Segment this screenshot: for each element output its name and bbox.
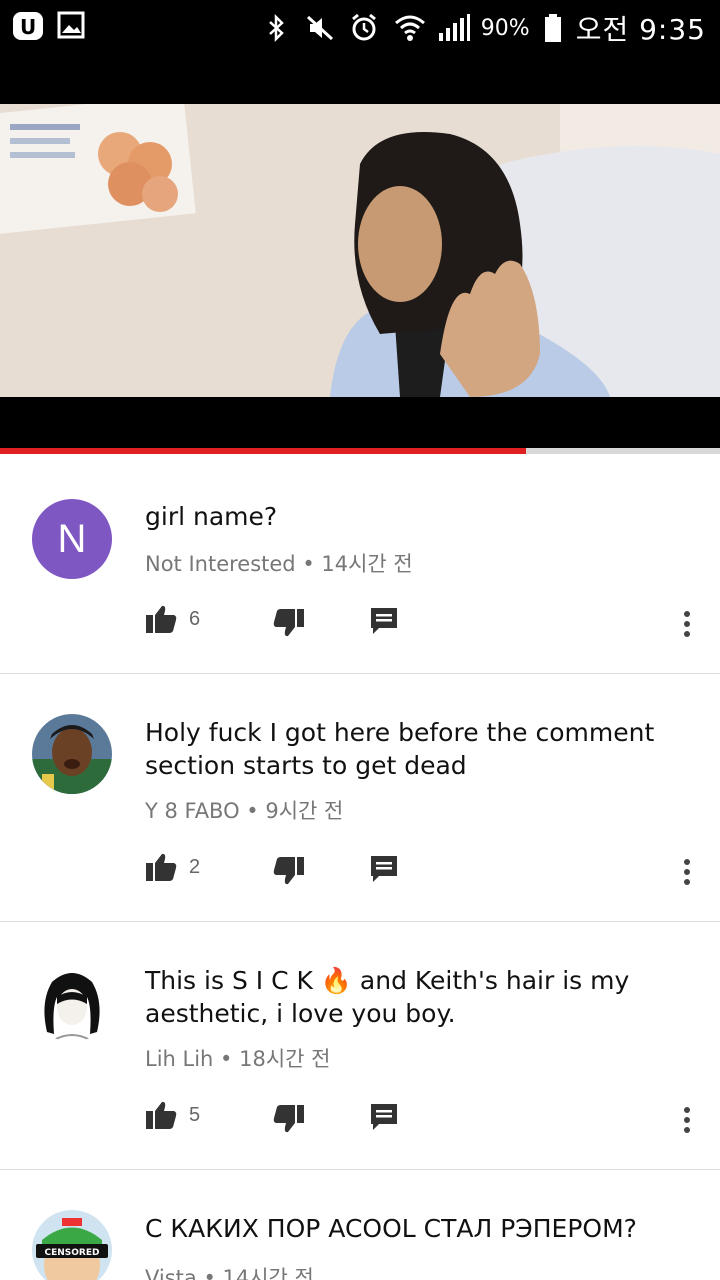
like-count: 5 <box>189 1103 201 1126</box>
user-photo-icon <box>32 714 112 794</box>
comment-text: С КАКИХ ПОР ACOOL СТАЛ РЭПЕРОМ? <box>145 1214 637 1243</box>
thumbs-down-icon <box>273 609 304 637</box>
mute-icon <box>305 13 335 43</box>
comment-meta: Not Interested • 14시간 전 <box>145 552 413 576</box>
video-thumbnail <box>0 104 720 397</box>
avatar[interactable]: CENSORED <box>32 1210 112 1280</box>
comment-actions: 2 <box>145 852 705 892</box>
status-bar: U 90% 오전 9:35 <box>0 0 720 52</box>
avatar[interactable] <box>32 962 112 1042</box>
thumbs-up-icon <box>146 605 177 633</box>
comment-meta: Lih Lih • 18시간 전 <box>145 1047 331 1071</box>
comment-meta: Y 8 FABO • 9시간 전 <box>145 799 344 823</box>
like-count: 6 <box>189 607 201 630</box>
reply-icon <box>371 856 397 882</box>
battery-icon <box>544 13 562 43</box>
like-count: 2 <box>189 855 201 878</box>
like-button[interactable]: 5 <box>145 1100 200 1130</box>
status-right-icons: 90% 오전 9:35 <box>261 8 706 48</box>
svg-text:U: U <box>20 15 36 39</box>
comment-meta: Vista • 14시간 전 <box>145 1266 314 1280</box>
alarm-icon <box>349 13 379 43</box>
thumbs-up-icon <box>146 1101 177 1129</box>
reply-icon <box>371 1104 397 1130</box>
avatar[interactable] <box>32 714 112 794</box>
comment-actions: 5 <box>145 1100 705 1140</box>
censored-label: CENSORED <box>45 1248 100 1258</box>
comment-item: This is S I C K 🔥 and Keith's hair is my… <box>0 922 720 1170</box>
comment-item: N girl name? Not Interested • 14시간 전 6 <box>0 454 720 674</box>
wifi-icon <box>393 13 425 43</box>
reply-button[interactable] <box>369 606 399 640</box>
avatar-letter: N <box>57 516 87 561</box>
gallery-icon <box>56 10 86 40</box>
more-options-button[interactable] <box>677 1100 697 1140</box>
more-vert-icon <box>684 611 690 637</box>
comment-text: This is S I C K 🔥 and Keith's hair is my… <box>145 966 630 1028</box>
user-drawing-icon <box>32 962 112 1042</box>
more-vert-icon <box>684 859 690 885</box>
like-button[interactable]: 2 <box>145 852 200 882</box>
video-frame[interactable] <box>0 104 720 397</box>
thumbs-up-icon <box>146 853 177 881</box>
battery-percent: 90% <box>480 15 530 41</box>
status-left-icons: U <box>12 10 86 40</box>
user-cartoon-icon: CENSORED <box>32 1210 112 1280</box>
bluetooth-icon <box>261 13 291 43</box>
dislike-button[interactable] <box>273 608 305 642</box>
clock: 오전 9:35 <box>575 13 706 46</box>
more-options-button[interactable] <box>677 852 697 892</box>
uplus-app-icon: U <box>12 10 43 40</box>
thumbs-down-icon <box>273 857 304 885</box>
more-vert-icon <box>684 1107 690 1133</box>
comment-actions: 6 <box>145 604 705 644</box>
dislike-button[interactable] <box>273 856 305 890</box>
reply-button[interactable] <box>369 1102 399 1136</box>
comment-text: girl name? <box>145 502 278 531</box>
thumbs-down-icon <box>273 1105 304 1133</box>
more-options-button[interactable] <box>677 604 697 644</box>
avatar[interactable]: N <box>32 499 112 579</box>
comment-item: CENSORED С КАКИХ ПОР ACOOL СТАЛ РЭПЕРОМ?… <box>0 1170 720 1280</box>
comment-item: Holy fuck I got here before the comment … <box>0 674 720 922</box>
like-button[interactable]: 6 <box>145 604 200 634</box>
reply-icon <box>371 608 397 634</box>
comments-list: N girl name? Not Interested • 14시간 전 6 H… <box>0 454 720 1280</box>
reply-button[interactable] <box>369 854 399 888</box>
dislike-button[interactable] <box>273 1104 305 1138</box>
comment-text: Holy fuck I got here before the comment … <box>145 718 655 780</box>
signal-icon <box>437 13 470 43</box>
